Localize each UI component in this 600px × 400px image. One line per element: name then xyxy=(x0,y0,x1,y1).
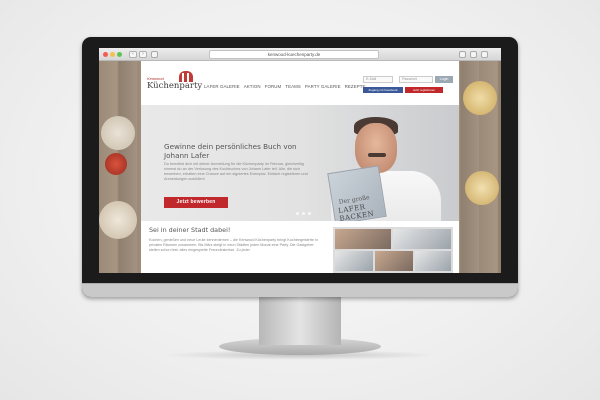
mushroom-decoration xyxy=(99,201,137,239)
bowl-decoration xyxy=(101,116,135,150)
hero-banner: Gewinne dein persönliches Buch von Johan… xyxy=(141,105,459,221)
chef-photo: Der große LAFER BACKEN xyxy=(321,105,459,221)
nav-item-party-galerie[interactable]: Party Galerie xyxy=(305,84,341,89)
register-button[interactable]: Jetzt registrieren xyxy=(405,87,443,93)
login-button[interactable]: Login xyxy=(435,76,453,83)
gallery-thumb[interactable] xyxy=(335,229,391,249)
intro-section: Sei in deiner Stadt dabei! Kochen, genie… xyxy=(141,221,459,273)
share-icon[interactable] xyxy=(459,51,466,58)
pasta-decoration xyxy=(463,81,497,115)
site-logo[interactable]: Kenwood Küchenparty xyxy=(147,71,203,97)
slider-dot[interactable] xyxy=(308,212,311,215)
password-field[interactable]: Passwort xyxy=(399,76,433,83)
apply-now-button[interactable]: Jetzt bewerben xyxy=(164,197,228,208)
intro-text: Kochen, genießen und neue Leute kennenle… xyxy=(149,238,318,252)
new-tab-icon[interactable] xyxy=(481,51,488,58)
monitor-chin xyxy=(82,283,518,297)
minimize-window-icon[interactable] xyxy=(110,52,115,57)
email-field[interactable]: E-Mail xyxy=(363,76,393,83)
intro-title: Sei in deiner Stadt dabei! xyxy=(149,226,231,234)
facebook-login-button[interactable]: Zugang mit Facebook xyxy=(363,87,403,93)
slider-dot[interactable] xyxy=(296,212,299,215)
cookbook-image: Der große LAFER BACKEN xyxy=(327,165,387,221)
main-nav: Lafer Galerie Aktion Forum Teams Party G… xyxy=(204,84,366,89)
nav-item-teams[interactable]: Teams xyxy=(285,84,301,89)
slider-dots xyxy=(296,212,311,215)
website-background: Kenwood Küchenparty Lafer Galerie Aktion… xyxy=(99,61,501,273)
gallery-thumb[interactable] xyxy=(375,251,413,271)
photo-gallery-teaser[interactable] xyxy=(333,227,453,273)
tabs-icon[interactable] xyxy=(470,51,477,58)
hero-text: Du bewirbst dich mit deiner Anmeldung fü… xyxy=(164,162,308,181)
hero-title: Gewinne dein persönliches Buch von Johan… xyxy=(164,142,297,160)
gallery-thumb[interactable] xyxy=(415,251,451,271)
tomato-decoration xyxy=(105,153,127,175)
gallery-thumb[interactable] xyxy=(335,251,373,271)
slider-dot[interactable] xyxy=(302,212,305,215)
page-container: Kenwood Küchenparty Lafer Galerie Aktion… xyxy=(141,61,459,273)
site-header: Kenwood Küchenparty Lafer Galerie Aktion… xyxy=(141,61,459,105)
gallery-thumb[interactable] xyxy=(393,229,451,249)
monitor-stand-neck xyxy=(259,297,341,345)
address-bar[interactable]: kenwood-kuechenparty.de xyxy=(209,50,379,59)
nav-item-aktion[interactable]: Aktion xyxy=(244,84,261,89)
sidebar-icon[interactable] xyxy=(151,51,158,58)
back-button[interactable]: ‹ xyxy=(129,51,137,58)
close-window-icon[interactable] xyxy=(103,52,108,57)
pasta-decoration-2 xyxy=(465,171,499,205)
nav-item-forum[interactable]: Forum xyxy=(265,84,282,89)
zoom-window-icon[interactable] xyxy=(117,52,122,57)
monitor-screen: ‹ › kenwood-kuechenparty.de Kenwood Küch… xyxy=(99,48,501,273)
logo-title: Küchenparty xyxy=(147,81,203,91)
nav-item-lafer-galerie[interactable]: Lafer Galerie xyxy=(204,84,240,89)
browser-toolbar: ‹ › kenwood-kuechenparty.de xyxy=(99,48,501,61)
chef-mustache xyxy=(368,153,386,157)
forward-button[interactable]: › xyxy=(139,51,147,58)
